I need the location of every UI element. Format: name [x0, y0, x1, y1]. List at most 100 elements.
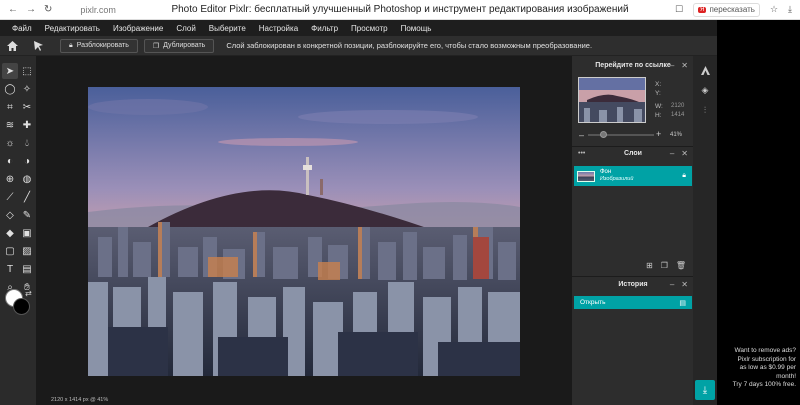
image-tool-icon[interactable]: ▨: [19, 243, 35, 259]
ad-text: Want to remove ads? Pixlr subscription f…: [717, 347, 800, 390]
gradient-tool-icon[interactable]: ▣: [19, 225, 35, 241]
navigator-header: Перейдите по ссылке – ✕: [572, 58, 694, 72]
layers-more-icon[interactable]: •••: [578, 150, 585, 157]
canvas-image[interactable]: [88, 87, 520, 376]
lasso-tool-icon[interactable]: ◯: [2, 81, 18, 97]
bookmark-star-icon[interactable]: ☆: [770, 4, 778, 15]
forward-icon[interactable]: →: [26, 4, 36, 15]
layer-lock-icon[interactable]: 🔒︎: [682, 172, 686, 180]
layer-sub: Изобразилий: [600, 176, 634, 182]
h-label: H:: [655, 112, 662, 119]
download-icon[interactable]: ⤓: [788, 4, 792, 15]
brush-tool-icon[interactable]: ╱: [19, 189, 35, 205]
eraser-tool-icon[interactable]: ◇: [2, 207, 18, 223]
menu-select[interactable]: Выберите: [209, 24, 246, 33]
add-layer-icon[interactable]: ⊞: [646, 261, 653, 270]
sponge-tool-icon[interactable]: ☼: [2, 135, 18, 151]
ad-line: as low as $0.99 per: [739, 364, 796, 371]
adjustments-panel-icon[interactable]: ⫶: [697, 102, 713, 118]
x-label: X:: [655, 81, 662, 88]
drop-tool-icon[interactable]: 💧︎: [19, 135, 35, 151]
menu-image[interactable]: Изображение: [113, 24, 163, 33]
fill-tool-icon[interactable]: ◆: [2, 225, 18, 241]
duplicate-layer-icon[interactable]: ❐: [661, 261, 668, 270]
history-header: История – ✕: [572, 277, 694, 291]
history-item-label: Открыть: [580, 299, 606, 306]
close-icon[interactable]: ✕: [681, 149, 688, 158]
zoom-in-icon[interactable]: +: [656, 129, 661, 139]
yandex-icon: Я: [698, 6, 707, 13]
minimize-icon[interactable]: –: [670, 61, 674, 70]
download-icon: ⤓: [702, 384, 708, 396]
add-image-tool-icon[interactable]: ▤: [19, 261, 35, 277]
close-icon[interactable]: ✕: [681, 280, 688, 289]
h-value: 1414: [671, 112, 685, 118]
color-replace-tool-icon[interactable]: ◍: [19, 171, 35, 187]
history-title: История: [618, 280, 648, 288]
workspace[interactable]: 2120 x 1414 px @ 41%: [37, 56, 571, 405]
browser-actions: ☐ Я пересказать ☆ ⤓: [675, 2, 792, 17]
text-panel-icon[interactable]: [697, 62, 713, 78]
zoom-out-icon[interactable]: –: [579, 130, 584, 140]
back-icon[interactable]: ←: [8, 4, 18, 15]
zoom-value: 41%: [670, 132, 683, 138]
background-color-swatch[interactable]: [13, 298, 30, 315]
navigator-thumbnail[interactable]: [578, 77, 646, 123]
status-readout: 2120 x 1414 px @ 41%: [51, 397, 109, 403]
reload-icon[interactable]: ↻: [44, 4, 52, 15]
eyedropper-tool-icon[interactable]: ⟋: [2, 189, 18, 205]
delete-layer-icon[interactable]: 🗑︎: [676, 261, 686, 270]
minimize-icon[interactable]: –: [670, 280, 674, 289]
duplicate-button[interactable]: ❐ Дублировать: [143, 38, 215, 53]
swap-colors-icon[interactable]: ⇄: [25, 289, 32, 298]
duplicate-label: Дублировать: [163, 42, 206, 49]
cut-tool-icon[interactable]: ✂: [19, 99, 35, 115]
navigator-title: Перейдите по ссылке: [595, 61, 671, 69]
save-button[interactable]: ⤓: [695, 380, 715, 400]
layers-header: ••• Слои – ✕: [572, 146, 694, 160]
lock-icon: 🔒︎: [69, 41, 73, 49]
move-tool-icon[interactable]: [30, 38, 46, 54]
layer-thumbnail: [577, 170, 595, 182]
arrange-tool-icon[interactable]: ➤: [2, 63, 18, 79]
ad-panel[interactable]: Want to remove ads? Pixlr subscription f…: [717, 20, 800, 405]
heal-tool-icon[interactable]: ✚: [19, 117, 35, 133]
ad-line: Try 7 days 100% free.: [732, 381, 796, 388]
menu-view[interactable]: Просмотр: [351, 24, 388, 33]
liquify-tool-icon[interactable]: ≋: [2, 117, 18, 133]
zoom-slider[interactable]: [588, 131, 654, 138]
bookmark-icon[interactable]: ☐: [675, 4, 683, 15]
browser-nav: ← → ↻: [0, 4, 52, 15]
clone-tool-icon[interactable]: ⊕: [2, 171, 18, 187]
menu-adjust[interactable]: Настройка: [259, 24, 298, 33]
marquee-tool-icon[interactable]: ⬚: [19, 63, 35, 79]
home-icon[interactable]: [4, 38, 20, 54]
right-toolbar: ◈ ⫶ ⤓: [693, 56, 717, 405]
unlock-label: Разблокировать: [76, 42, 129, 49]
unlock-button[interactable]: 🔒︎ Разблокировать: [60, 38, 138, 53]
menu-edit[interactable]: Редактировать: [45, 24, 100, 33]
menu-filter[interactable]: Фильтр: [311, 24, 338, 33]
crop-tool-icon[interactable]: ⌗: [2, 99, 18, 115]
tool-panel: ➤ ⬚ ◯ ✧ ⌗ ✂ ≋ ✚ ☼ 💧︎ ◐ ◑ ⊕ ◍ ⟋ ╱ ◇ ✎ ◆ ▣…: [0, 56, 37, 405]
dodge-tool-icon[interactable]: ◐: [2, 153, 18, 169]
burn-tool-icon[interactable]: ◑: [19, 153, 35, 169]
menu-layer[interactable]: Слой: [176, 24, 195, 33]
minimize-icon[interactable]: –: [670, 149, 674, 158]
layer-item[interactable]: Фон Изобразилий 🔒︎: [574, 166, 692, 186]
layers-panel-icon[interactable]: ◈: [697, 82, 713, 98]
pencil-tool-icon[interactable]: ✎: [19, 207, 35, 223]
menu-file[interactable]: Файл: [12, 24, 32, 33]
y-label: Y:: [655, 90, 661, 97]
menu-help[interactable]: Помощь: [401, 24, 432, 33]
panels: Перейдите по ссылке – ✕ X: Y: W: 2120 H: …: [571, 56, 694, 405]
zoom-slider-handle[interactable]: [599, 131, 607, 138]
w-label: W:: [655, 103, 663, 110]
close-icon[interactable]: ✕: [681, 61, 688, 70]
shape-tool-icon[interactable]: ▢: [2, 243, 18, 259]
address-bar[interactable]: pixlr.com: [80, 5, 116, 15]
wand-tool-icon[interactable]: ✧: [19, 81, 35, 97]
history-item[interactable]: Открыть ▤: [574, 296, 692, 309]
translate-button[interactable]: Я пересказать: [693, 2, 760, 17]
text-tool-icon[interactable]: T: [2, 261, 18, 277]
